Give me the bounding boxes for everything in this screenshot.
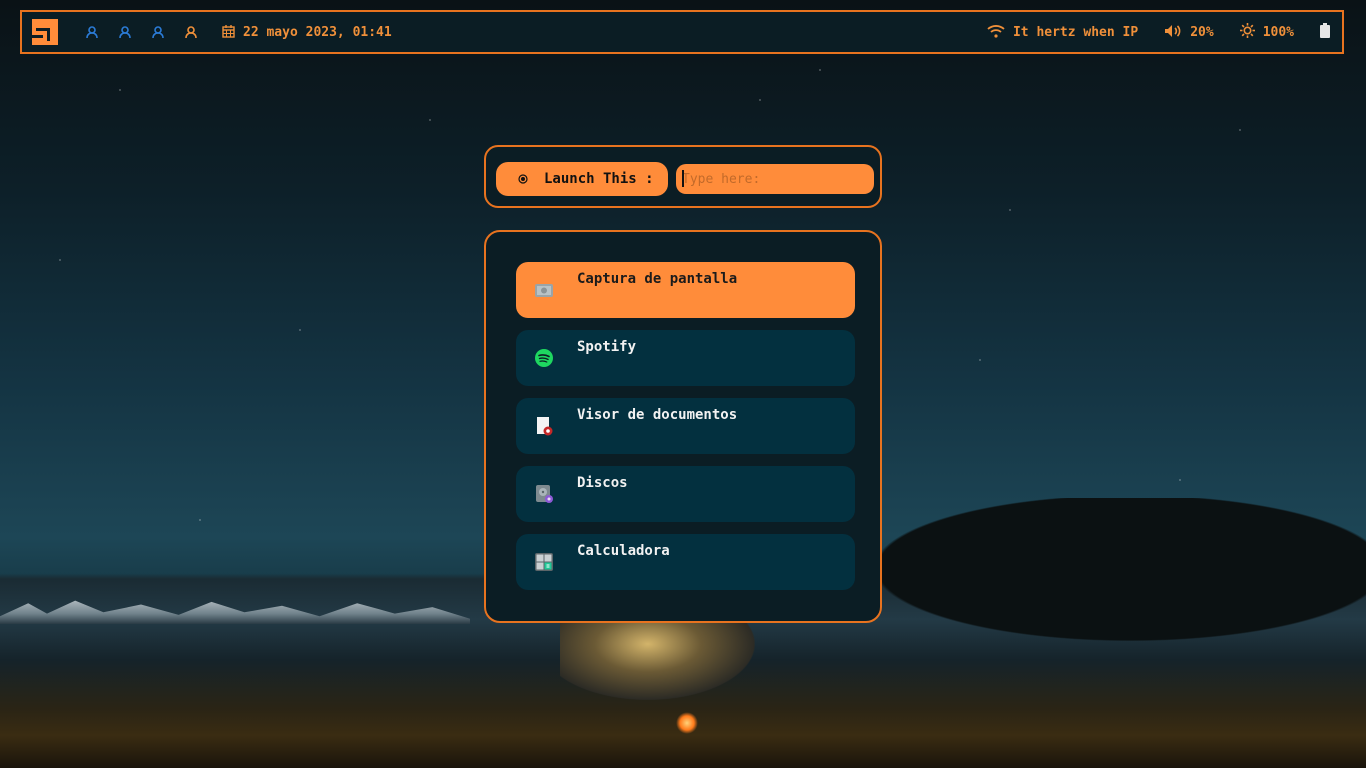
calculator-icon	[534, 552, 554, 572]
workspace-1-user-icon[interactable]	[82, 23, 101, 42]
datetime-text: 22 mayo 2023, 01:41	[243, 24, 392, 40]
wallpaper-campfire	[676, 712, 698, 734]
workspace-4-user-icon[interactable]	[181, 23, 200, 42]
screenshot-icon	[534, 280, 554, 300]
app-item-calculadora[interactable]: Calculadora	[516, 534, 855, 590]
volume-icon	[1164, 23, 1182, 42]
volume-status[interactable]: 20%	[1164, 23, 1214, 42]
app-label: Spotify	[577, 339, 637, 355]
app-item-captura-de-pantalla[interactable]: Captura de pantalla	[516, 262, 855, 318]
logo-icon[interactable]	[32, 19, 58, 45]
app-label: Visor de documentos	[577, 407, 738, 423]
top-bar: 22 mayo 2023, 01:41 It hertz when IP 20%…	[20, 10, 1344, 54]
app-item-spotify[interactable]: Spotify	[516, 330, 855, 386]
app-label: Captura de pantalla	[577, 271, 738, 287]
wifi-label: It hertz when IP	[1012, 24, 1139, 40]
spotify-icon	[534, 348, 554, 368]
datetime: 22 mayo 2023, 01:41	[222, 23, 392, 42]
app-label: Discos	[577, 475, 628, 491]
wifi-status[interactable]: It hertz when IP	[987, 23, 1138, 42]
radio-dot-icon	[516, 172, 530, 186]
text-caret	[682, 170, 684, 187]
app-list-panel: Captura de pantalla Spotify Visor de doc…	[484, 230, 882, 623]
volume-level: 20%	[1190, 24, 1214, 40]
launch-this-label: Launch This :	[544, 171, 654, 187]
brightness-status[interactable]: 100%	[1239, 22, 1294, 42]
wifi-icon	[987, 23, 1005, 42]
launcher-input-panel: Launch This :	[484, 145, 882, 208]
workspace-2-user-icon[interactable]	[115, 23, 134, 42]
workspace-indicators	[82, 23, 200, 42]
app-label: Calculadora	[577, 543, 670, 559]
app-item-discos[interactable]: Discos	[516, 466, 855, 522]
launch-this-button[interactable]: Launch This :	[496, 162, 668, 196]
calendar-icon	[222, 23, 235, 42]
workspace-3-user-icon[interactable]	[148, 23, 167, 42]
app-item-visor-de-documentos[interactable]: Visor de documentos	[516, 398, 855, 454]
battery-icon	[1320, 22, 1330, 42]
search-input[interactable]	[676, 164, 874, 194]
document-viewer-icon	[534, 416, 554, 436]
brightness-level: 100%	[1262, 24, 1294, 40]
battery-status[interactable]	[1320, 22, 1330, 42]
wallpaper-van	[560, 620, 755, 700]
disks-icon	[534, 484, 554, 504]
brightness-icon	[1239, 22, 1255, 42]
